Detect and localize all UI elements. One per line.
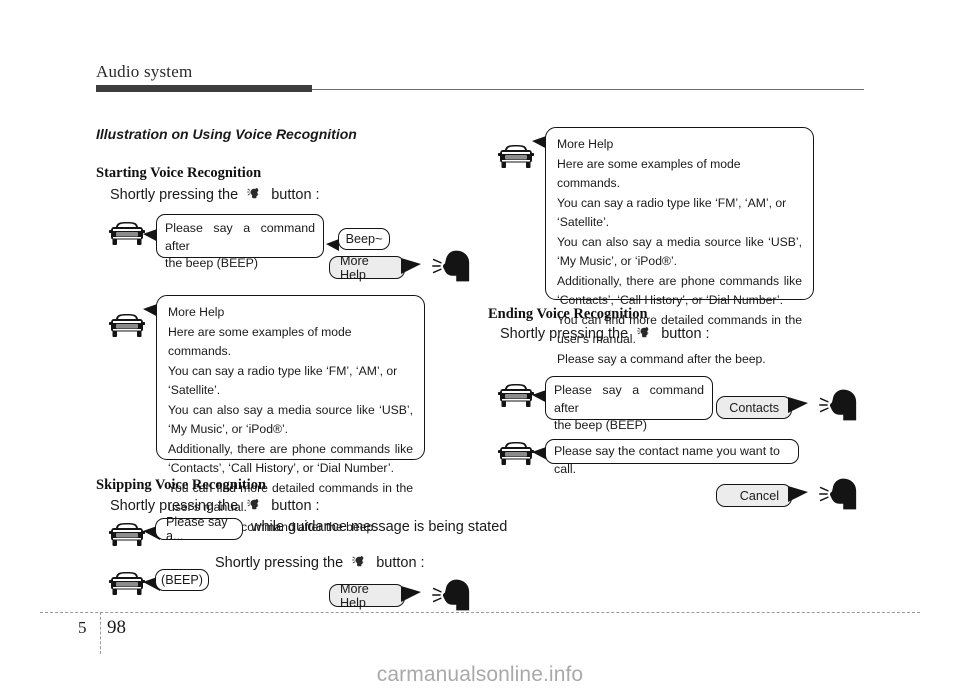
pill-more-help-skipping[interactable]: More Help (329, 582, 405, 610)
pill-contacts[interactable]: Contacts (716, 396, 792, 419)
bubble-line: Please say a command after (554, 383, 704, 415)
bubble-title: More Help (557, 137, 614, 151)
bubble-line: the beep (BEEP) (554, 418, 647, 432)
bubble-line: You can say a radio type like ‘FM’, ‘AM’… (557, 195, 787, 230)
starting-press-prefix: Shortly pressing the (110, 187, 239, 203)
talking-head-icon (819, 388, 861, 422)
voice-recognition-button-icon (637, 325, 652, 344)
car-front-icon (497, 143, 535, 171)
car-front-icon (108, 220, 146, 248)
car-front-icon (497, 382, 535, 410)
speech-bubble-more-help-detail-right: More Help Here are some examples of mode… (545, 127, 814, 366)
pill-more-help[interactable]: More Help (329, 254, 405, 282)
starting-press-suffix: button : (271, 187, 320, 203)
ending-press-instruction: Shortly pressing the button : (500, 325, 710, 344)
pill-beep-skipping: (BEEP) (155, 569, 209, 591)
bubble-line: You can also say a media source like ‘US… (557, 234, 802, 269)
skipping-press2-prefix: Shortly pressing the (215, 555, 344, 571)
voice-recognition-button-icon (247, 186, 262, 205)
skipping-press-instruction: Shortly pressing the button : (110, 497, 320, 516)
speech-bubble-contact-name-prompt: Please say the contact name you want to … (545, 439, 799, 476)
bubble-line: the beep (BEEP) (165, 256, 258, 270)
pill-beep: Beep~ (338, 228, 390, 250)
page-title: Audio system (96, 62, 193, 81)
bubble-line: You can also say a media source like ‘US… (168, 402, 413, 437)
heading-starting-voice-recognition: Starting Voice Recognition (96, 165, 262, 181)
page-number: 98 (107, 617, 126, 638)
voice-recognition-button-icon (352, 554, 367, 573)
header-rule-accent (96, 85, 312, 92)
section-title: Illustration on Using Voice Recognition (96, 126, 357, 142)
speech-tail (401, 586, 421, 602)
pill-partial-prompt: Please say a... (155, 515, 243, 543)
skipping-press2-suffix: button : (376, 555, 425, 571)
speech-tail (788, 486, 808, 502)
car-front-icon (108, 521, 146, 549)
pill-cancel[interactable]: Cancel (716, 484, 792, 507)
voice-recognition-button-icon (247, 497, 262, 516)
car-front-icon (108, 570, 146, 598)
bubble-line: Additionally, there are phone commands l… (557, 273, 802, 308)
manual-page: Audio system Illustration on Using Voice… (0, 0, 960, 700)
bubble-line: Please say the contact name you want to … (554, 444, 780, 476)
bubble-line: You can say a radio type like ‘FM’, ‘AM’… (168, 363, 398, 398)
talking-head-icon (432, 249, 474, 283)
skipping-press-suffix: button : (271, 498, 320, 514)
car-front-icon (108, 312, 146, 340)
bubble-line: Here are some examples of mode commands. (168, 324, 352, 359)
bubble-line: Additionally, there are phone commands l… (168, 441, 413, 476)
car-front-icon (497, 440, 535, 468)
footer-rule (40, 612, 920, 613)
starting-press-instruction: Shortly pressing the button : (110, 186, 320, 205)
heading-skipping-voice-recognition: Skipping Voice Recognition (96, 477, 267, 493)
speech-bubble-more-help-detail: More Help Here are some examples of mode… (156, 295, 425, 534)
speech-bubble-ending-prompt: Please say a command after the beep (BEE… (545, 376, 713, 432)
bubble-line: Here are some examples of mode commands. (557, 156, 741, 191)
speech-tail (788, 397, 808, 413)
talking-head-icon (432, 578, 474, 612)
ending-press-suffix: button : (661, 326, 710, 342)
bubble-line: Please say a command after (165, 221, 315, 253)
talking-head-icon (819, 477, 861, 511)
speech-bubble-starting-prompt: Please say a command after the beep (BEE… (156, 214, 324, 270)
watermark: carmanualsonline.info (376, 663, 584, 686)
heading-ending-voice-recognition: Ending Voice Recognition (488, 306, 648, 322)
ending-press-prefix: Shortly pressing the (500, 326, 629, 342)
skipping-note: while guidance message is being stated (251, 519, 508, 535)
bubble-line: Please say a command after the beep. (557, 351, 766, 366)
skipping-press-prefix: Shortly pressing the (110, 498, 239, 514)
speech-tail (401, 258, 421, 274)
skipping-press-instruction-2: Shortly pressing the button : (215, 554, 425, 573)
bubble-title: More Help (168, 305, 225, 319)
chapter-number: 5 (78, 618, 87, 637)
footer-divider (100, 612, 101, 654)
